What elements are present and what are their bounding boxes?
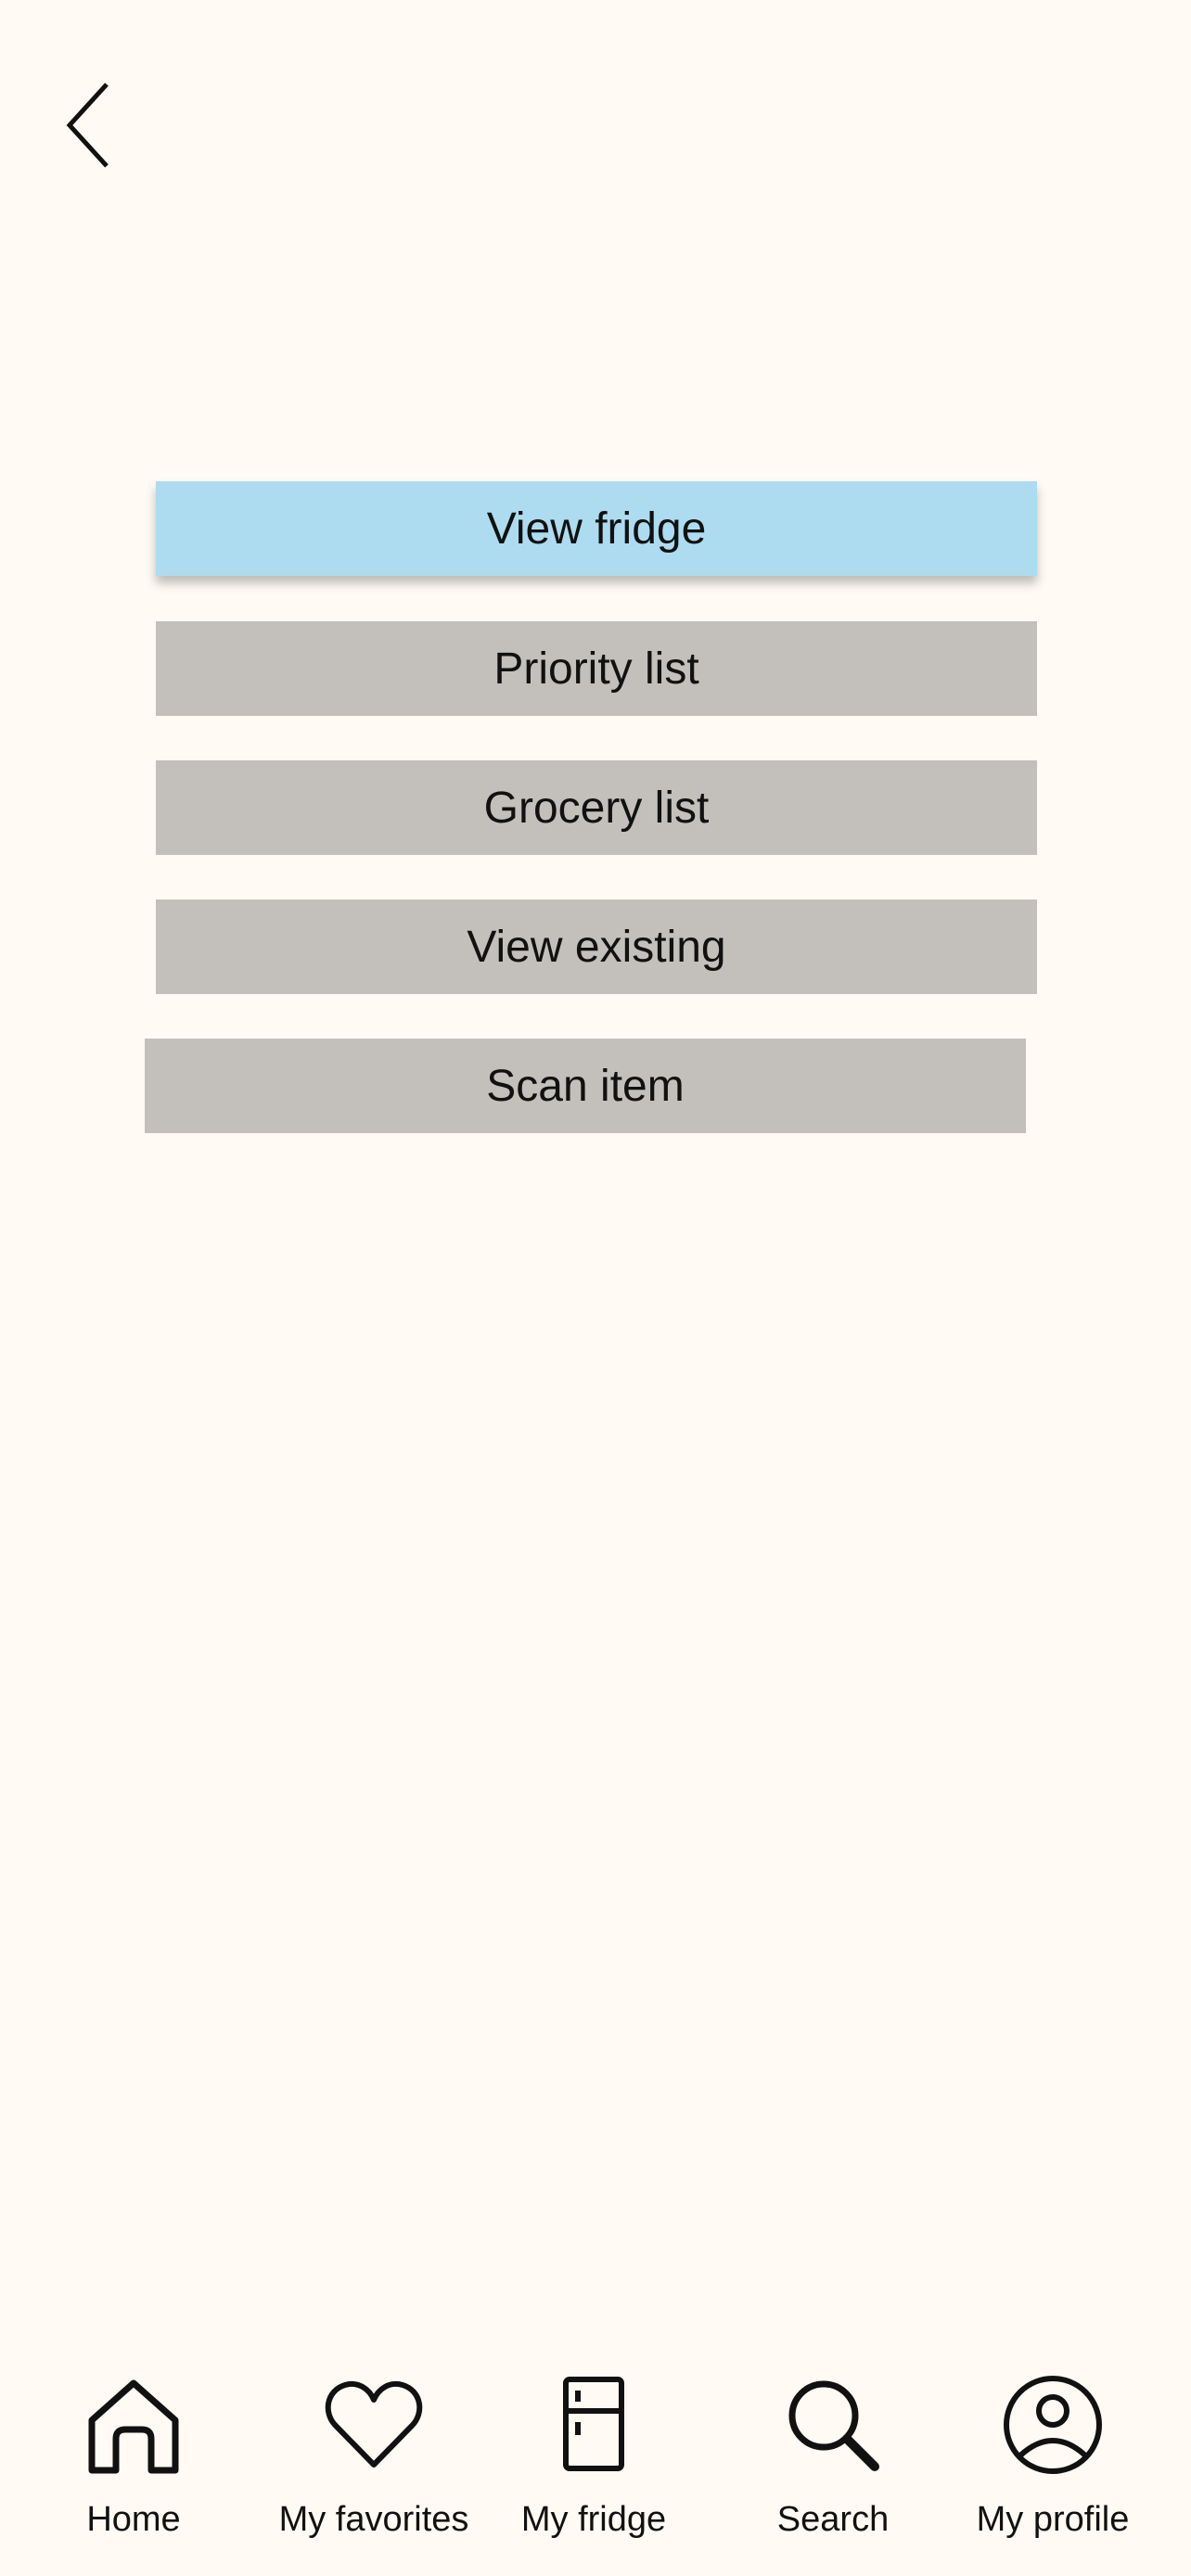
- heart-icon: [323, 2374, 425, 2476]
- nav-label-search: Search: [776, 2500, 890, 2539]
- scan-item-button[interactable]: Scan item: [145, 1039, 1026, 1133]
- view-fridge-button[interactable]: View fridge: [156, 481, 1037, 576]
- nav-item-home[interactable]: Home: [22, 2335, 245, 2576]
- back-button[interactable]: [51, 74, 125, 176]
- search-icon: [782, 2374, 884, 2476]
- nav-label-my-favorites: My favorites: [278, 2500, 469, 2539]
- bottom-nav: Home My favorites My fridge Search My pr…: [0, 2335, 1191, 2576]
- nav-item-my-profile[interactable]: My profile: [941, 2335, 1164, 2576]
- nav-item-my-fridge[interactable]: My fridge: [482, 2335, 705, 2576]
- nav-item-search[interactable]: Search: [722, 2335, 944, 2576]
- priority-list-button[interactable]: Priority list: [156, 621, 1037, 716]
- nav-item-my-favorites[interactable]: My favorites: [263, 2335, 485, 2576]
- nav-label-my-profile: My profile: [976, 2500, 1130, 2539]
- nav-label-my-fridge: My fridge: [520, 2500, 667, 2539]
- home-icon: [83, 2374, 185, 2476]
- fridge-icon: [543, 2374, 645, 2476]
- chevron-left-icon: [66, 83, 109, 168]
- view-existing-button[interactable]: View existing: [156, 899, 1037, 994]
- grocery-list-button[interactable]: Grocery list: [156, 760, 1037, 855]
- profile-icon: [1002, 2374, 1104, 2476]
- nav-label-home: Home: [86, 2500, 181, 2539]
